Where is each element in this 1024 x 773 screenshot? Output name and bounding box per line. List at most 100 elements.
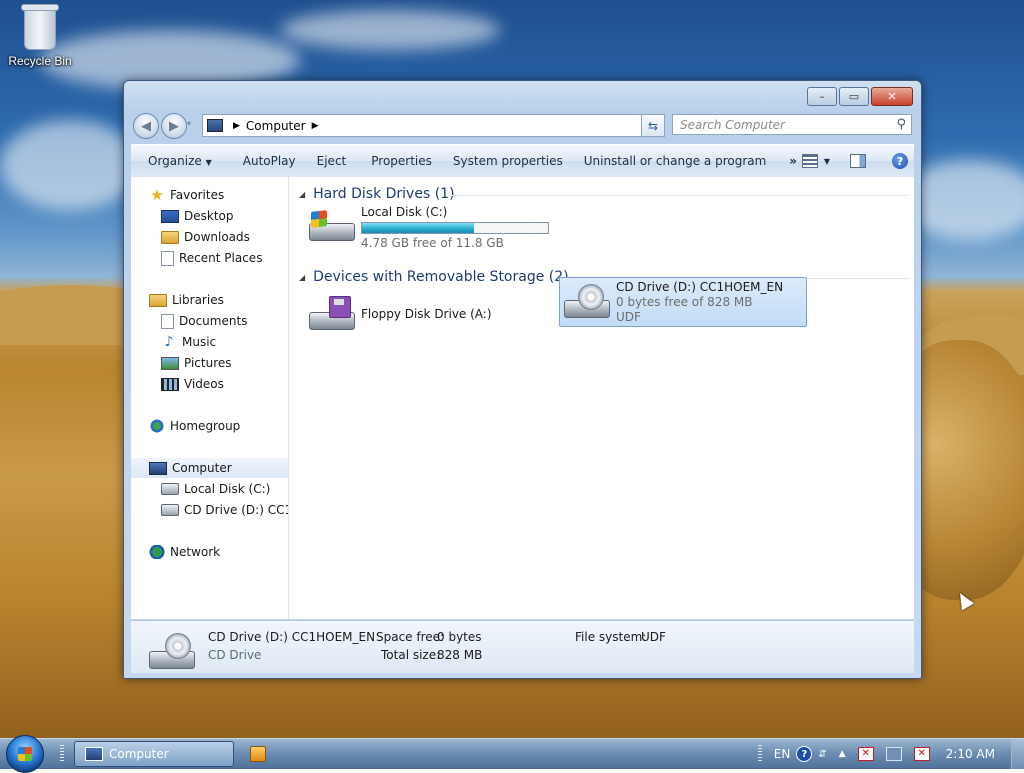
breadcrumb-arrow-icon[interactable]: ▶ xyxy=(233,121,240,131)
nav-label: Computer xyxy=(172,461,232,475)
media-player-icon[interactable] xyxy=(250,746,266,762)
volume-muted-icon[interactable]: ✕ xyxy=(913,747,930,761)
nav-label: Videos xyxy=(184,377,224,391)
nav-label: Downloads xyxy=(184,230,250,244)
recycle-bin-label: Recycle Bin xyxy=(8,54,72,68)
minimize-button[interactable]: – xyxy=(807,87,837,106)
hard-drive-icon xyxy=(161,483,179,495)
back-arrow-icon: ◀ xyxy=(141,118,151,134)
nav-homegroup[interactable]: Homegroup xyxy=(149,416,240,436)
floppy-drive-icon xyxy=(307,294,355,334)
breadcrumb-computer[interactable]: Computer xyxy=(246,119,306,133)
show-desktop-button[interactable] xyxy=(1011,739,1024,769)
nav-network[interactable]: Network xyxy=(149,542,220,562)
search-icon[interactable]: ⚲ xyxy=(896,117,906,132)
group-divider xyxy=(449,195,909,196)
nav-downloads[interactable]: Downloads xyxy=(161,227,250,247)
close-button[interactable]: ✕ xyxy=(871,87,913,106)
recycle-bin-shortcut[interactable]: Recycle Bin xyxy=(6,4,74,68)
close-icon: ✕ xyxy=(887,90,897,103)
breadcrumb-arrow-icon[interactable]: ▶ xyxy=(312,121,319,131)
action-center-flag-icon[interactable]: ✕ xyxy=(857,747,874,761)
maximize-button[interactable]: ▭ xyxy=(839,87,869,106)
nav-desktop[interactable]: Desktop xyxy=(161,206,234,226)
drive-floppy[interactable]: Floppy Disk Drive (A:) xyxy=(307,293,492,335)
group-header-removable-storage[interactable]: ◢ Devices with Removable Storage (2) xyxy=(299,269,569,285)
collapse-triangle-icon: ◢ xyxy=(299,189,306,199)
nav-libraries[interactable]: Libraries xyxy=(149,290,224,310)
address-bar[interactable]: ▶ Computer ▶ ▼ xyxy=(202,114,660,137)
organize-button[interactable]: Organize ▼ xyxy=(131,154,221,168)
command-bar: Organize ▼ AutoPlay Eject Properties Sys… xyxy=(131,144,914,178)
cd-drive-large-icon xyxy=(147,629,195,669)
change-view-icon[interactable] xyxy=(801,154,818,168)
back-button[interactable]: ◀ xyxy=(133,113,159,139)
organize-label: Organize xyxy=(148,154,202,168)
computer-icon xyxy=(207,119,223,132)
refresh-button[interactable]: ⇆ xyxy=(641,114,665,137)
uninstall-program-button[interactable]: Uninstall or change a program xyxy=(572,154,776,168)
explorer-window: – ▭ ✕ ◀ ▶ ▾ ▶ Computer ▶ ▼ ⇆ Search Comp… xyxy=(123,80,922,679)
cloud xyxy=(280,10,500,50)
nav-label: Favorites xyxy=(170,188,225,202)
nav-videos[interactable]: Videos xyxy=(161,374,224,394)
drive-local-disk[interactable]: Local Disk (C:) 4.78 GB free of 11.8 GB xyxy=(307,205,549,251)
properties-button[interactable]: Properties xyxy=(355,154,441,168)
nav-local-disk[interactable]: Local Disk (C:) xyxy=(161,479,270,499)
star-icon: ★ xyxy=(150,186,164,204)
drive-name: Local Disk (C:) xyxy=(361,205,448,219)
nav-label: Recent Places xyxy=(179,251,263,265)
recent-places-icon xyxy=(161,250,174,266)
details-title: CD Drive (D:) CC1HOEM_EN xyxy=(208,630,376,644)
recycle-bin-icon xyxy=(21,4,59,50)
forward-button[interactable]: ▶ xyxy=(161,113,187,139)
nav-cd-drive[interactable]: CD Drive (D:) CC1HOEM_EN xyxy=(161,500,288,520)
nav-computer[interactable]: Computer xyxy=(131,458,288,478)
pictures-icon xyxy=(161,356,179,370)
capacity-bar xyxy=(361,222,549,234)
search-placeholder: Search Computer xyxy=(680,117,785,132)
preview-pane-icon[interactable] xyxy=(850,154,866,168)
desktop-icon xyxy=(161,209,179,223)
start-button[interactable] xyxy=(6,735,44,773)
group-header-hard-disk-drives[interactable]: ◢ Hard Disk Drives (1) xyxy=(299,186,455,202)
cd-drive-icon xyxy=(161,504,179,516)
nav-pictures[interactable]: Pictures xyxy=(161,353,232,373)
clock[interactable]: 2:10 AM xyxy=(946,747,995,761)
drive-free-text: 0 bytes free of 828 MB xyxy=(616,295,753,309)
task-label: Computer xyxy=(109,747,169,761)
eject-button[interactable]: Eject xyxy=(305,154,356,168)
details-pane: CD Drive (D:) CC1HOEM_EN CD Drive Space … xyxy=(131,620,914,673)
drive-free-text: 4.78 GB free of 11.8 GB xyxy=(361,236,504,250)
taskbar-computer-button[interactable]: Computer xyxy=(74,741,234,767)
restore-icon: ▭ xyxy=(848,90,860,103)
drive-cd-selected[interactable]: CD Drive (D:) CC1HOEM_EN 0 bytes free of… xyxy=(559,277,807,327)
language-indicator[interactable]: EN xyxy=(774,747,791,761)
taskbar-grip[interactable] xyxy=(60,745,64,763)
nav-label: Network xyxy=(170,545,221,559)
drive-name: CD Drive (D:) CC1HOEM_EN xyxy=(616,280,784,294)
show-hidden-icons-icon[interactable]: ▲ xyxy=(839,749,846,759)
autoplay-button[interactable]: AutoPlay xyxy=(221,154,305,168)
nav-label: Libraries xyxy=(172,293,224,307)
network-status-icon[interactable] xyxy=(885,747,902,761)
file-system-label: File system: xyxy=(575,630,647,644)
nav-favorites[interactable]: ★ Favorites xyxy=(149,185,224,205)
taskbar: Computer EN ? ⇵ ▲ ✕ ✕ 2:10 AM xyxy=(0,735,1024,773)
nav-music[interactable]: ♪ Music xyxy=(161,332,217,352)
space-free-label: Space free: xyxy=(376,630,445,644)
cd-disc-icon xyxy=(165,633,191,659)
keyboard-settings-icon[interactable]: ⇵ xyxy=(818,749,826,760)
system-properties-button[interactable]: System properties xyxy=(441,154,572,168)
help-icon[interactable]: ? xyxy=(892,153,908,169)
search-input[interactable]: Search Computer ⚲ xyxy=(672,114,912,135)
nav-label: CD Drive (D:) CC1HOEM_EN xyxy=(184,503,288,517)
help-icon[interactable]: ? xyxy=(796,746,813,762)
libraries-icon xyxy=(149,293,167,307)
windows-drive-icon xyxy=(307,205,355,245)
view-dropdown-icon[interactable]: ▼ xyxy=(824,157,830,166)
recent-pages-chevron-icon[interactable]: ▾ xyxy=(187,119,191,128)
nav-documents[interactable]: Documents xyxy=(161,311,247,331)
nav-recent-places[interactable]: Recent Places xyxy=(161,248,262,268)
floppy-disk-icon xyxy=(329,296,351,318)
